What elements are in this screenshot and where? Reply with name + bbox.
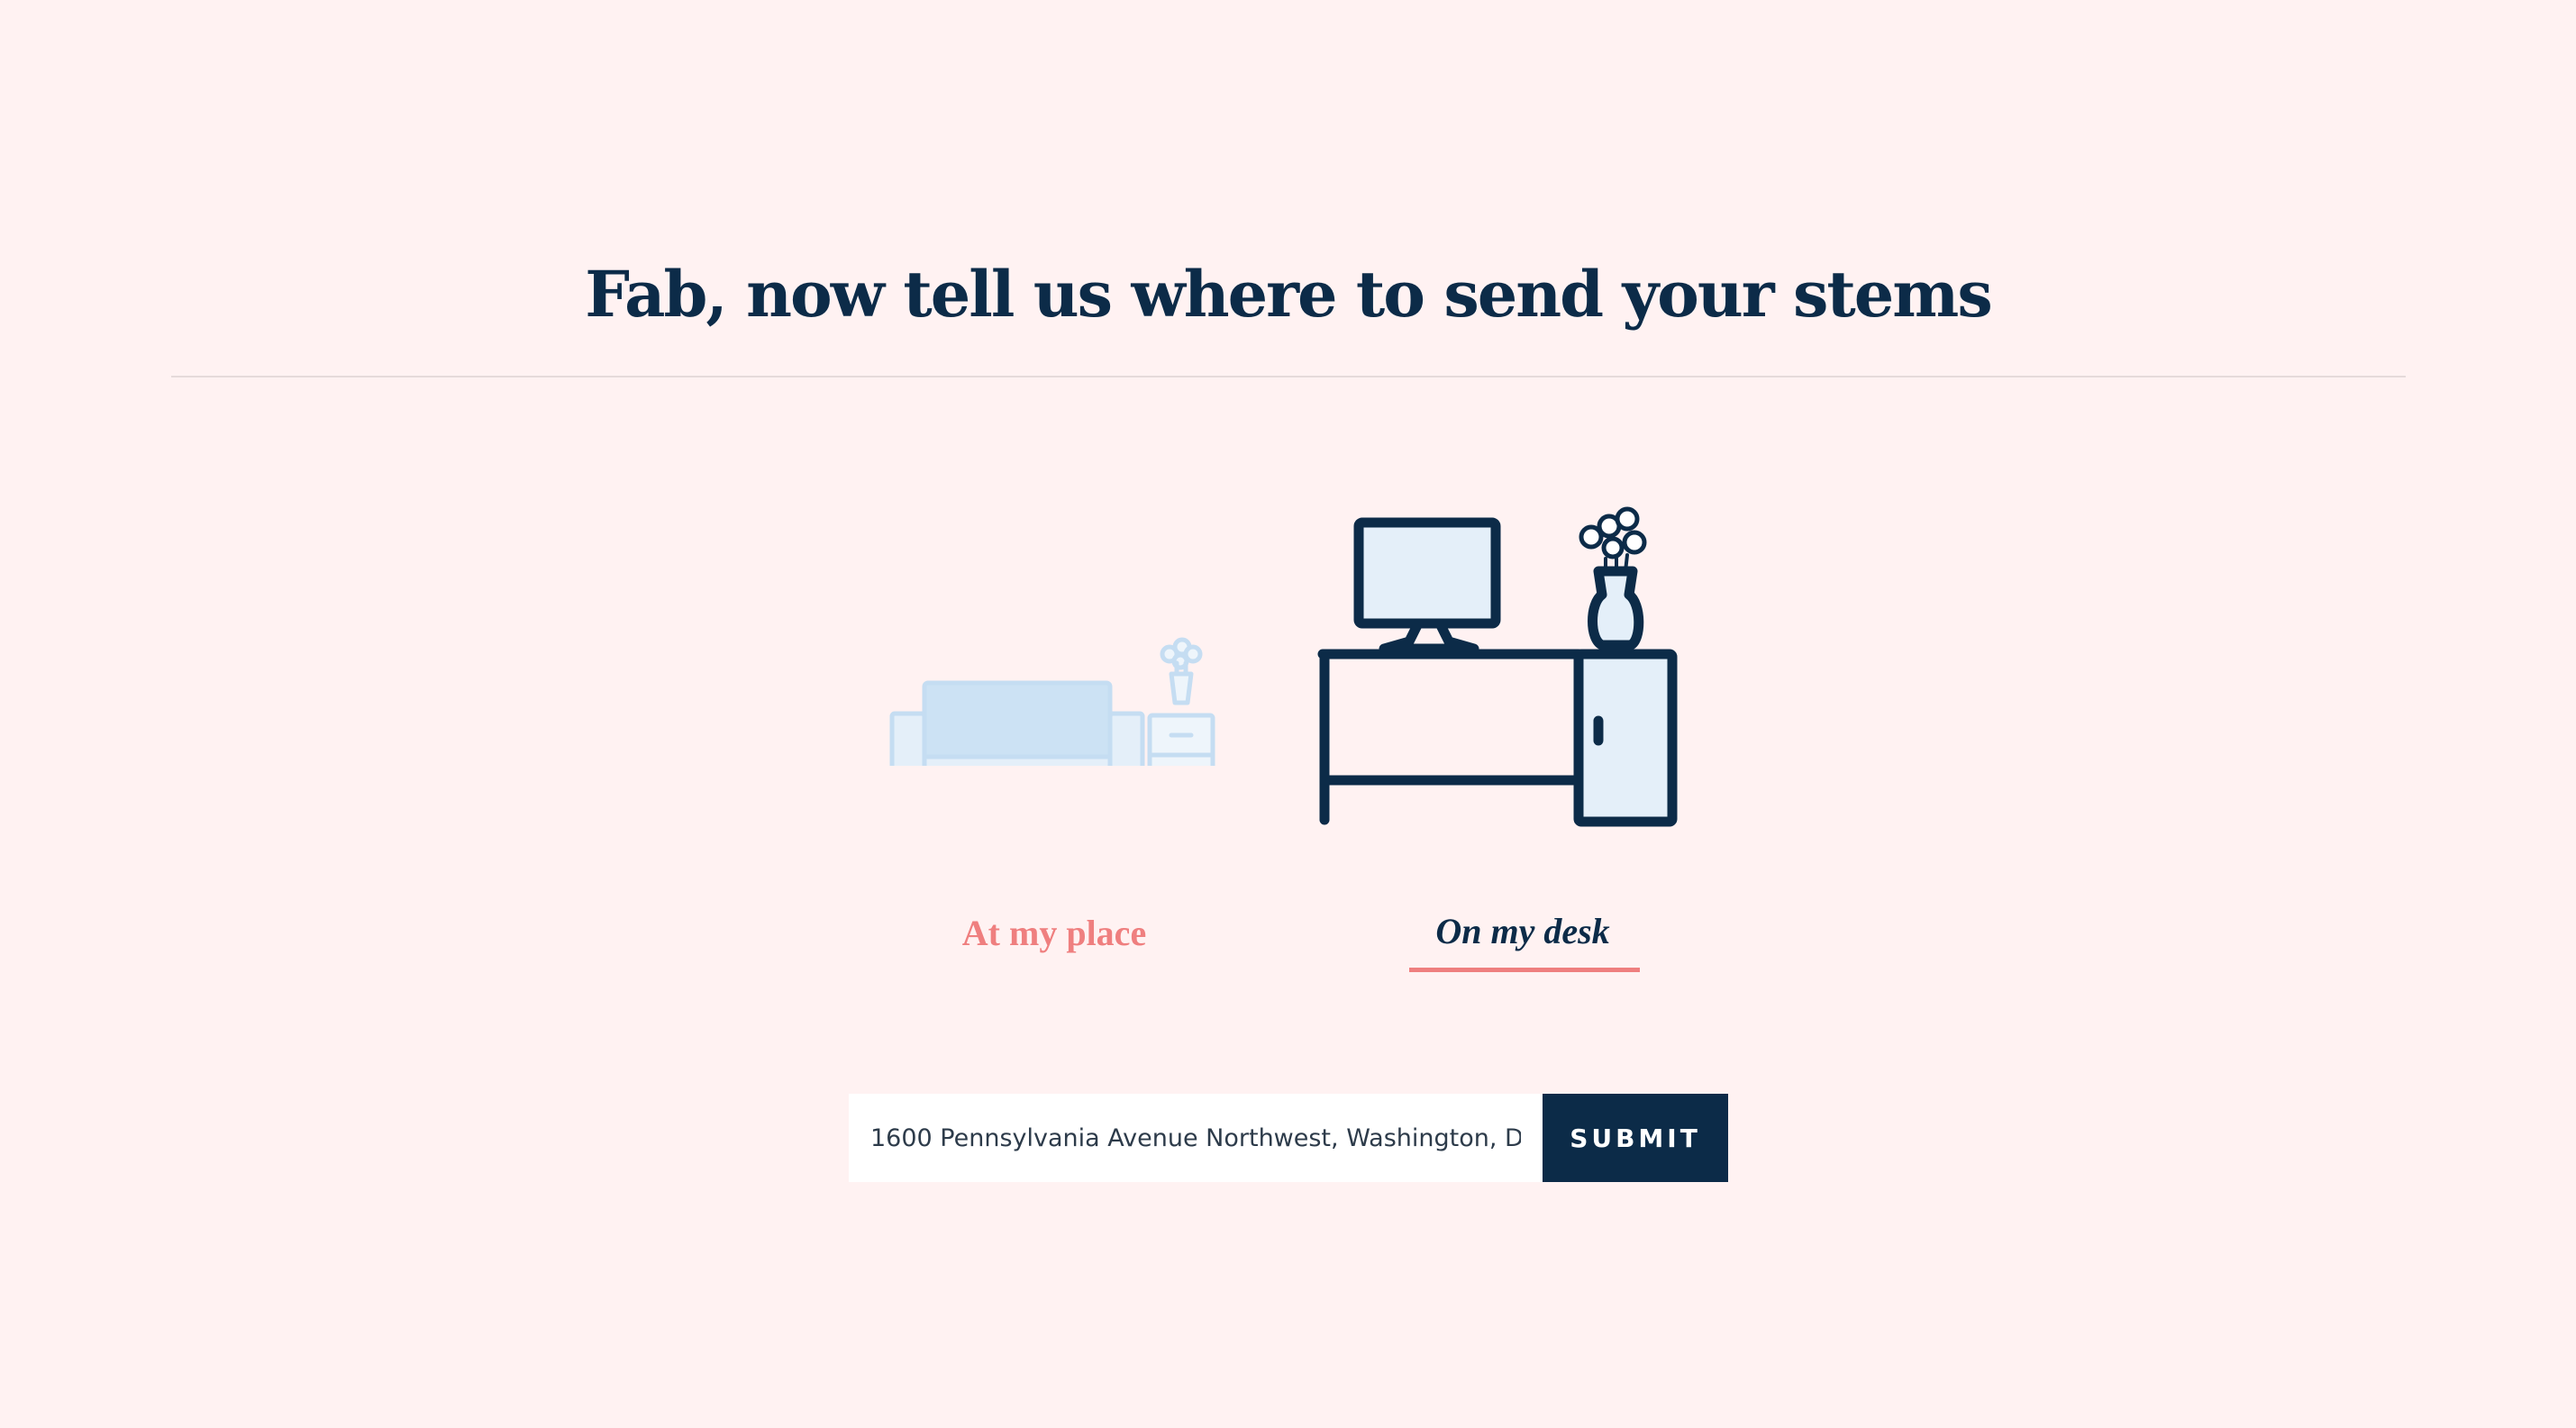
- option-label-on-my-desk: On my desk: [1435, 911, 1610, 951]
- page-title: Fab, now tell us where to send your stem…: [585, 257, 1993, 332]
- desk-monitor-icon: [1317, 506, 1678, 827]
- address-input[interactable]: [849, 1094, 1543, 1182]
- title-divider: [171, 376, 2406, 377]
- option-on-my-desk[interactable]: On my desk: [1297, 496, 1748, 982]
- selected-underline: [1409, 968, 1640, 972]
- address-form: SUBMIT: [849, 1094, 1728, 1182]
- sofa-nightstand-icon: [889, 637, 1215, 766]
- option-label-at-my-place: At my place: [961, 913, 1147, 953]
- submit-button[interactable]: SUBMIT: [1543, 1094, 1728, 1182]
- option-at-my-place[interactable]: At my place: [874, 505, 1234, 1009]
